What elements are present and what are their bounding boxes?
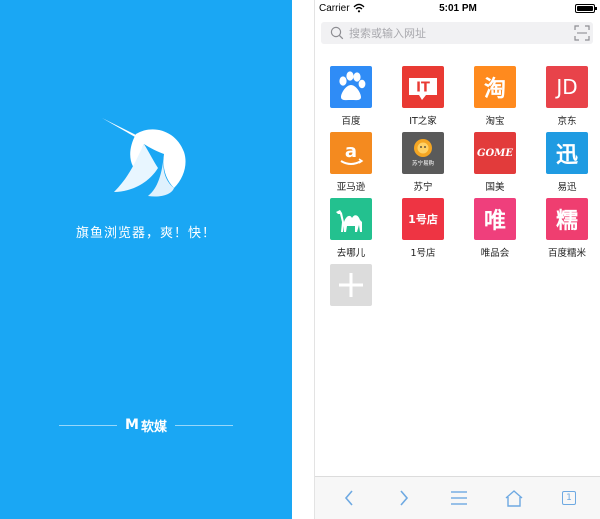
scan-qr-icon[interactable] — [574, 25, 590, 41]
nuomi-tile-text: 糯 — [555, 209, 578, 234]
app-label: 易迅 — [557, 182, 577, 193]
baidu-paw-icon — [330, 66, 372, 108]
divider — [59, 424, 118, 426]
taobao-icon: 淘 — [474, 66, 516, 108]
brand-name: 软媒 — [140, 419, 167, 435]
browser-screen: Carrier 5:01 PM 搜索或输入网址 百度 IT IT之家 淘 淘宝 … — [314, 0, 600, 519]
taobao-tile-text: 淘 — [483, 77, 506, 102]
app-label: 京东 — [557, 116, 577, 127]
yhd-icon: 1号店 — [402, 198, 444, 240]
app-label: 苏宁 — [413, 182, 433, 193]
ithome-tile-text: IT — [416, 81, 430, 96]
home-button[interactable] — [502, 487, 526, 509]
app-label: 去哪儿 — [336, 248, 366, 259]
swordfish-logo-icon — [102, 118, 186, 197]
speed-dial-gome[interactable]: GOME 国美 — [465, 132, 525, 193]
yixun-icon: 迅 — [546, 132, 588, 174]
qunar-camel-icon — [330, 198, 372, 240]
app-label: 百度 — [341, 116, 361, 127]
jd-icon: JD — [546, 66, 588, 108]
back-button[interactable] — [337, 487, 361, 509]
status-bar: Carrier 5:01 PM — [315, 0, 600, 18]
brand-footer: M 软媒 — [0, 416, 292, 435]
speed-dial-yixun[interactable]: 迅 易迅 — [537, 132, 597, 193]
chevron-right-icon — [400, 490, 409, 506]
app-label: 淘宝 — [485, 116, 505, 127]
chevron-left-icon — [344, 490, 353, 506]
search-bar[interactable] — [321, 22, 593, 44]
menu-button[interactable] — [447, 487, 471, 509]
speed-dial-suning[interactable]: 苏宁易购 苏宁 — [393, 132, 453, 193]
speed-dial-ithome[interactable]: IT IT之家 — [393, 66, 453, 127]
speed-dial-vip[interactable]: 唯 唯品会 — [465, 198, 525, 259]
browser-toolbar: 1 — [315, 476, 600, 519]
speed-dial-yhd[interactable]: 1号店 1号店 — [393, 198, 453, 259]
app-label: 唯品会 — [480, 248, 510, 259]
suning-lion-icon: 苏宁易购 — [402, 132, 444, 174]
speed-dial-taobao[interactable]: 淘 淘宝 — [465, 66, 525, 127]
speed-dial-qunar[interactable]: 去哪儿 — [321, 198, 381, 259]
gome-icon: GOME — [474, 132, 516, 174]
jd-tile-text: JD — [556, 75, 578, 99]
search-icon — [330, 26, 344, 40]
speed-dial-baidu[interactable]: 百度 — [321, 66, 381, 127]
tabs-count: 1 — [562, 491, 576, 505]
vip-tile-text: 唯 — [483, 209, 506, 234]
divider — [174, 424, 233, 426]
amazon-tile-text: a — [345, 141, 357, 162]
splash-slogan: 旗鱼浏览器，爽！快！ — [75, 226, 216, 241]
gome-tile-text: GOME — [477, 148, 513, 159]
app-label: 1号店 — [410, 248, 436, 259]
tabs-button[interactable]: 1 — [557, 487, 581, 509]
speed-dial-nuomi[interactable]: 糯 百度糯米 — [537, 198, 597, 259]
battery-icon — [575, 4, 597, 13]
app-label: 亚马逊 — [336, 182, 366, 193]
yixun-tile-text: 迅 — [555, 143, 578, 168]
amazon-icon: a — [330, 132, 372, 174]
home-icon — [505, 490, 523, 507]
app-label: 百度糯米 — [547, 248, 586, 259]
ithome-icon: IT — [402, 66, 444, 108]
splash-screen: 旗鱼浏览器，爽！快！ M 软媒 — [0, 0, 292, 519]
app-label: IT之家 — [409, 116, 437, 127]
menu-icon — [451, 491, 467, 505]
status-time: 5:01 PM — [439, 3, 477, 14]
plus-icon — [330, 264, 372, 306]
brand-logo: M 软媒 — [125, 416, 167, 435]
nuomi-icon: 糯 — [546, 198, 588, 240]
yhd-tile-text: 1号店 — [408, 213, 438, 226]
vip-icon: 唯 — [474, 198, 516, 240]
forward-button[interactable] — [392, 487, 416, 509]
add-speed-dial-button[interactable] — [321, 264, 381, 306]
speed-dial-jd[interactable]: JD 京东 — [537, 66, 597, 127]
suning-tile-text: 苏宁易购 — [412, 159, 435, 167]
app-label: 国美 — [485, 182, 505, 193]
brand-m-icon: M — [125, 417, 139, 433]
screenshot: 旗鱼浏览器，爽！快！ M 软媒 Carrier 5:01 PM 搜索或输入网址 … — [0, 0, 600, 519]
search-input[interactable] — [349, 23, 559, 43]
speed-dial-amazon[interactable]: a 亚马逊 — [321, 132, 381, 193]
